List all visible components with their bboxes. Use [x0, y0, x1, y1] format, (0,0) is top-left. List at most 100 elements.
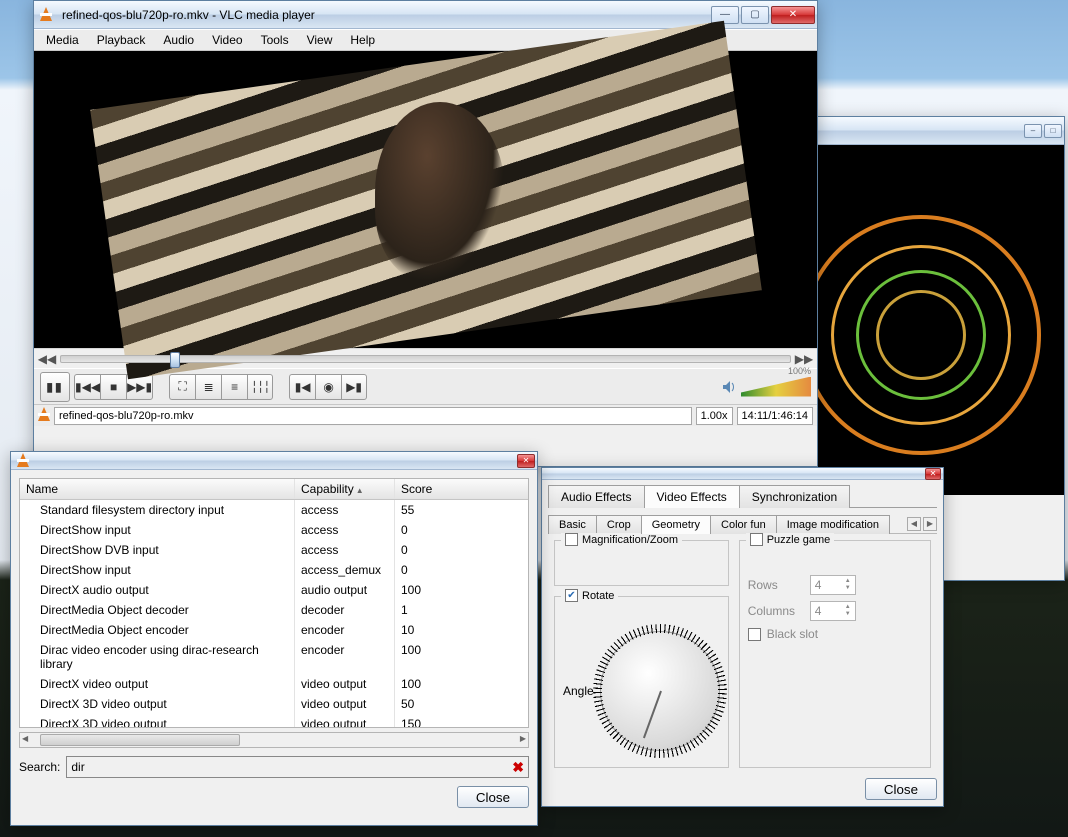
cell-name: Dirac video encoder using dirac-research…: [20, 640, 295, 674]
menu-help[interactable]: Help: [342, 31, 383, 49]
record-button[interactable]: ◉: [315, 374, 341, 400]
puzzle-checkbox[interactable]: [750, 533, 763, 546]
table-row[interactable]: DirectShow inputaccess_demux0: [20, 560, 528, 580]
blackslot-checkbox[interactable]: [748, 628, 761, 641]
cell-score: 55: [395, 500, 528, 520]
equalizer-button[interactable]: ╎╎╎: [247, 374, 273, 400]
tab-basic[interactable]: Basic: [548, 515, 597, 534]
table-header[interactable]: Name Capability▲ Score: [20, 479, 528, 500]
table-row[interactable]: DirectMedia Object encoderencoder10: [20, 620, 528, 640]
tab-video-effects[interactable]: Video Effects: [644, 485, 740, 508]
cell-name: DirectShow input: [20, 520, 295, 540]
cell-score: 0: [395, 560, 528, 580]
rotate-checkbox[interactable]: ✔: [565, 589, 578, 602]
tab-imagemod[interactable]: Image modification: [776, 515, 890, 534]
stop-button[interactable]: ■: [100, 374, 126, 400]
status-filename[interactable]: refined-qos-blu720p-ro.mkv: [54, 407, 692, 425]
magnification-checkbox[interactable]: [565, 533, 578, 546]
plugins-titlebar[interactable]: ✕: [11, 452, 537, 470]
cell-name: DirectX video output: [20, 674, 295, 694]
search-input[interactable]: dir ✖: [66, 756, 529, 778]
pause-button[interactable]: ▮▮: [40, 372, 70, 402]
menu-tools[interactable]: Tools: [253, 31, 297, 49]
playlist-button[interactable]: ≣: [195, 374, 221, 400]
cell-name: DirectX audio output: [20, 580, 295, 600]
frame-fwd-button[interactable]: ▶▮: [341, 374, 367, 400]
col-score[interactable]: Score: [395, 479, 528, 499]
vlc-main-window: refined-qos-blu720p-ro.mkv - VLC media p…: [33, 0, 818, 467]
fullscreen-button[interactable]: ⛶: [169, 374, 195, 400]
tab-geometry[interactable]: Geometry: [641, 515, 711, 534]
extended-settings-button[interactable]: ≡: [221, 374, 247, 400]
status-speed[interactable]: 1.00x: [696, 407, 733, 425]
menu-playback[interactable]: Playback: [89, 31, 154, 49]
cell-capability: access: [295, 500, 395, 520]
dial-needle: [643, 691, 662, 739]
frame-back-button[interactable]: ▮◀: [289, 374, 315, 400]
menu-video[interactable]: Video: [204, 31, 250, 49]
tab-audio-effects[interactable]: Audio Effects: [548, 485, 645, 508]
angle-dial[interactable]: [600, 631, 720, 751]
cell-capability: encoder: [295, 640, 395, 674]
table-row[interactable]: DirectX 3D video outputvideo output50: [20, 694, 528, 714]
status-time[interactable]: 14:11/1:46:14: [737, 407, 813, 425]
vlc-cone-icon: [17, 453, 33, 469]
tab-scroll-right-icon[interactable]: ▶: [923, 517, 937, 531]
cell-capability: access_demux: [295, 560, 395, 580]
menu-view[interactable]: View: [299, 31, 341, 49]
puzzle-group: Puzzle game Rows 4 ▲▼ Columns 4 ▲▼: [739, 540, 931, 768]
table-row[interactable]: DirectShow DVB inputaccess0: [20, 540, 528, 560]
col-capability[interactable]: Capability▲: [295, 479, 395, 499]
cell-capability: video output: [295, 714, 395, 728]
table-row[interactable]: Standard filesystem directory inputacces…: [20, 500, 528, 520]
minimize-button[interactable]: –: [1024, 124, 1042, 138]
rows-stepper[interactable]: 4 ▲▼: [810, 575, 856, 595]
seek-thumb[interactable]: [170, 352, 180, 368]
seek-back-icon[interactable]: ◀◀: [38, 350, 56, 368]
table-row[interactable]: DirectX 3D video outputvideo output150: [20, 714, 528, 728]
seek-slider[interactable]: [60, 355, 791, 363]
cell-name: DirectX 3D video output: [20, 694, 295, 714]
cell-name: DirectMedia Object encoder: [20, 620, 295, 640]
cell-name: DirectX 3D video output: [20, 714, 295, 728]
menu-media[interactable]: Media: [38, 31, 87, 49]
tab-crop[interactable]: Crop: [596, 515, 642, 534]
maximize-button[interactable]: □: [1044, 124, 1062, 138]
tab-colorfun[interactable]: Color fun: [710, 515, 777, 534]
volume-slider[interactable]: [741, 377, 811, 397]
effects-titlebar[interactable]: ✕: [542, 468, 943, 480]
cell-name: Standard filesystem directory input: [20, 500, 295, 520]
close-button[interactable]: Close: [457, 786, 529, 808]
clear-search-icon[interactable]: ✖: [512, 759, 524, 776]
speaker-icon[interactable]: [721, 379, 737, 395]
menu-audio[interactable]: Audio: [155, 31, 202, 49]
statusbar: refined-qos-blu720p-ro.mkv 1.00x 14:11/1…: [34, 404, 817, 426]
plugins-table: Name Capability▲ Score Standard filesyst…: [19, 478, 529, 728]
table-row[interactable]: DirectShow inputaccess0: [20, 520, 528, 540]
table-row[interactable]: DirectX video outputvideo output100: [20, 674, 528, 694]
previous-button[interactable]: ▮◀◀: [74, 374, 100, 400]
cell-capability: video output: [295, 694, 395, 714]
scrollbar-thumb[interactable]: [40, 734, 240, 746]
maximize-button[interactable]: ▢: [741, 6, 769, 24]
cell-score: 0: [395, 540, 528, 560]
minimize-button[interactable]: —: [711, 6, 739, 24]
close-button[interactable]: ✕: [517, 454, 535, 468]
horizontal-scrollbar[interactable]: ◀ ▶: [19, 732, 529, 748]
tab-scroll-left-icon[interactable]: ◀: [907, 517, 921, 531]
cell-capability: video output: [295, 674, 395, 694]
close-button[interactable]: ✕: [925, 468, 941, 480]
plugins-window: ✕ Name Capability▲ Score Standard filesy…: [10, 451, 538, 826]
columns-stepper[interactable]: 4 ▲▼: [810, 601, 856, 621]
video-canvas[interactable]: [34, 51, 817, 348]
cell-score: 1: [395, 600, 528, 620]
table-row[interactable]: Dirac video encoder using dirac-research…: [20, 640, 528, 674]
close-button[interactable]: Close: [865, 778, 937, 800]
col-name[interactable]: Name: [20, 479, 295, 499]
table-row[interactable]: DirectMedia Object decoderdecoder1: [20, 600, 528, 620]
cell-capability: decoder: [295, 600, 395, 620]
tab-synchronization[interactable]: Synchronization: [739, 485, 850, 508]
close-button[interactable]: ✕: [771, 6, 815, 24]
table-row[interactable]: DirectX audio outputaudio output100: [20, 580, 528, 600]
cell-score: 0: [395, 520, 528, 540]
